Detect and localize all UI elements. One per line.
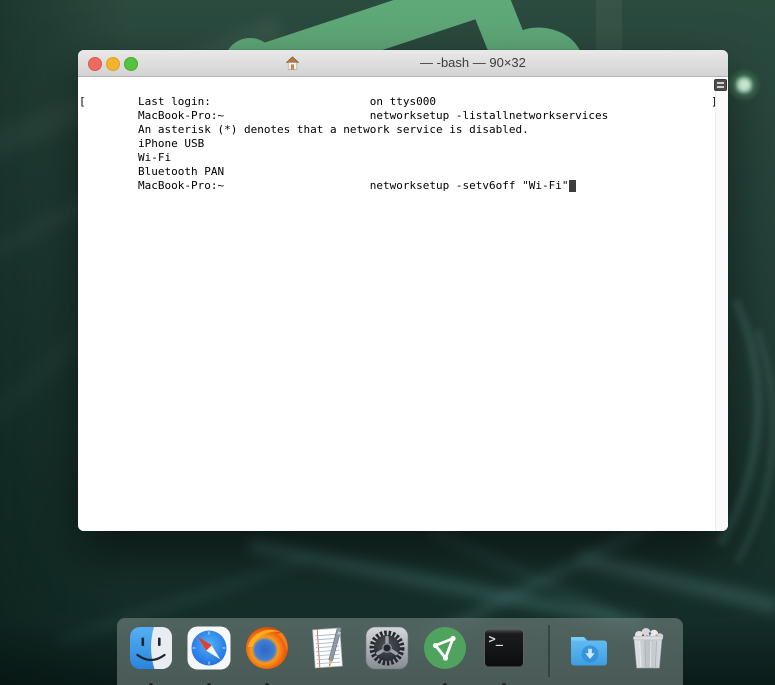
dock-item-trash[interactable] — [624, 624, 672, 672]
terminal-titlebar[interactable]: — -bash — 90×32 — [78, 50, 728, 77]
terminal-line: Last login: on ttys000 — [137, 95, 436, 108]
split-pane-button[interactable] — [714, 79, 727, 91]
dock-item-system-preferences[interactable] — [363, 624, 411, 672]
terminal-content[interactable]: Last login: on ttys000 MacBook-Pro:~ net… — [78, 77, 728, 531]
trash-full-icon — [633, 628, 664, 669]
window-title: — -bash — 90×32 — [420, 55, 526, 70]
terminal-line: An asterisk (*) denotes that a network s… — [137, 123, 529, 136]
dock-item-downloads[interactable] — [566, 624, 614, 672]
terminal-app-icon: >_ — [484, 628, 524, 668]
scrollbar[interactable] — [715, 77, 728, 531]
dock-divider — [548, 625, 550, 677]
home-folder-icon[interactable] — [286, 56, 299, 70]
dock-item-finder[interactable] — [127, 624, 175, 685]
minimize-button[interactable] — [106, 57, 120, 71]
dock-item-vpn[interactable] — [421, 624, 469, 685]
terminal-line: MacBook-Pro:~ networksetup -listallnetwo… — [78, 95, 728, 122]
dock-item-terminal[interactable]: >_ — [480, 624, 528, 685]
desktop: — -bash — 90×32 Last login: on ttys000 M… — [0, 0, 775, 685]
dock-item-firefox[interactable] — [243, 624, 291, 685]
zoom-button[interactable] — [124, 57, 138, 71]
terminal-line: Wi-Fi — [137, 151, 172, 164]
close-button[interactable] — [88, 57, 102, 71]
terminal-window: — -bash — 90×32 Last login: on ttys000 M… — [78, 50, 728, 531]
textedit-icon — [312, 626, 343, 669]
terminal-cursor — [569, 180, 577, 192]
terminal-line: iPhone USB — [137, 137, 205, 150]
dock-item-textedit[interactable] — [303, 624, 351, 672]
finder-icon — [130, 627, 172, 669]
terminal-line: Bluetooth PAN — [137, 165, 225, 178]
svg-text:>_: >_ — [489, 632, 504, 647]
dock-item-safari[interactable] — [185, 624, 233, 685]
system-preferences-icon — [365, 626, 409, 670]
firefox-icon — [246, 627, 288, 669]
downloads-folder-icon — [571, 637, 607, 666]
dock: >_ — [117, 618, 683, 685]
safari-icon — [187, 626, 231, 670]
vpn-triangle-icon — [424, 627, 466, 669]
terminal-prompt-line: MacBook-Pro:~ networksetup -setv6off "Wi… — [78, 165, 728, 192]
left-bracket: [ — [79, 95, 86, 108]
